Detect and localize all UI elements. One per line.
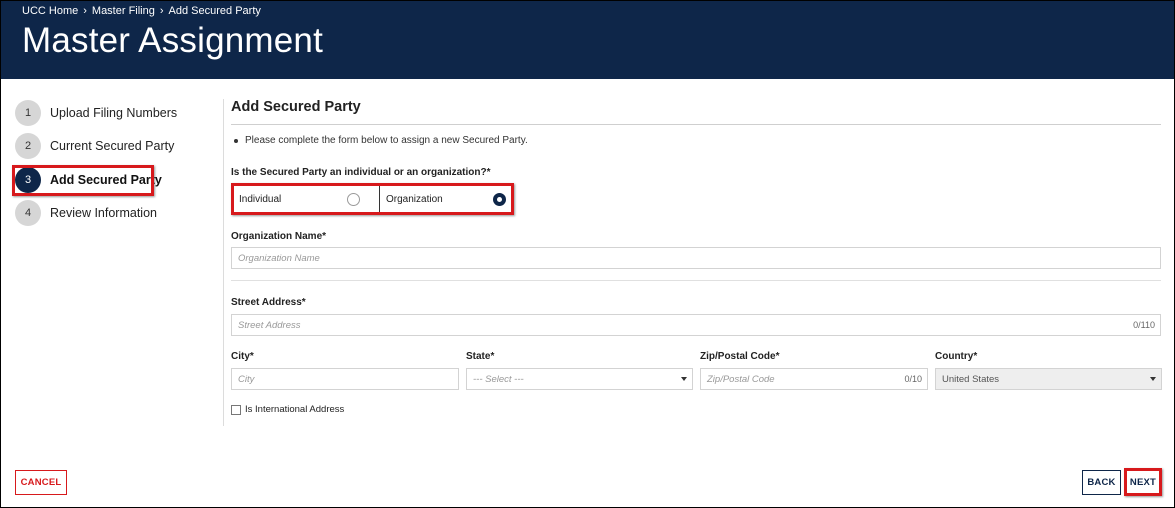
- required-mark: *: [322, 231, 327, 242]
- cancel-button[interactable]: CANCEL: [15, 470, 67, 495]
- required-mark: *: [486, 167, 491, 178]
- radio-organization[interactable]: Organization: [379, 186, 511, 212]
- breadcrumb-master-filing[interactable]: Master Filing: [92, 5, 155, 17]
- breadcrumb: UCC Home › Master Filing › Add Secured P…: [22, 5, 261, 17]
- street-address-label-text: Street Address: [231, 297, 302, 308]
- state-label-text: State: [466, 351, 491, 362]
- section-divider: [231, 280, 1161, 281]
- back-button[interactable]: BACK: [1082, 470, 1121, 495]
- street-address-input[interactable]: Street Address 0/110: [231, 314, 1161, 336]
- zip-input[interactable]: Zip/Postal Code 0/10: [700, 368, 928, 390]
- chevron-right-icon: ›: [83, 5, 87, 17]
- street-address-label: Street Address*: [231, 297, 306, 308]
- required-mark: *: [249, 351, 254, 362]
- party-type-radio-group: Individual Organization: [231, 183, 514, 215]
- step-upload-filing-numbers[interactable]: 1 Upload Filing Numbers: [15, 99, 177, 127]
- international-address-row[interactable]: Is International Address: [231, 404, 344, 415]
- radio-individual-label: Individual: [239, 193, 282, 205]
- party-type-label: Is the Secured Party an individual or an…: [231, 167, 491, 178]
- country-select[interactable]: United States: [935, 368, 1162, 390]
- step-current-secured-party[interactable]: 2 Current Secured Party: [15, 132, 174, 160]
- form-instructions: Please complete the form below to assign…: [231, 135, 528, 146]
- radio-selected-icon[interactable]: [493, 193, 506, 206]
- breadcrumb-ucc-home[interactable]: UCC Home: [22, 5, 78, 17]
- radio-individual[interactable]: Individual: [234, 186, 376, 212]
- org-name-placeholder: Organization Name: [238, 252, 320, 264]
- street-address-counter: 0/110: [1133, 320, 1155, 330]
- org-name-label: Organization Name*: [231, 231, 326, 242]
- state-selected-value: --- Select ---: [473, 373, 524, 385]
- form-title-divider: [231, 124, 1161, 125]
- international-address-checkbox[interactable]: [231, 404, 241, 415]
- instructions-text: Please complete the form below to assign…: [245, 135, 528, 146]
- active-step-highlight: [12, 165, 154, 196]
- city-label-text: City: [231, 351, 250, 362]
- state-label: State*: [466, 351, 494, 362]
- chevron-right-icon: ›: [159, 5, 164, 17]
- city-label: City*: [231, 351, 254, 362]
- country-selected-value: United States: [942, 373, 1000, 385]
- required-mark: *: [301, 297, 306, 308]
- city-placeholder: City: [238, 373, 255, 385]
- step-label: Current Secured Party: [50, 139, 175, 153]
- radio-organization-label: Organization: [386, 193, 443, 205]
- page-title: Master Assignment: [22, 21, 324, 60]
- org-name-input[interactable]: Organization Name: [231, 247, 1161, 269]
- step-label: Upload Filing Numbers: [50, 106, 178, 120]
- step-label: Review Information: [50, 206, 157, 220]
- breadcrumb-add-secured-party: Add Secured Party: [168, 5, 261, 17]
- party-type-question: Is the Secured Party an individual or an…: [231, 167, 487, 178]
- city-input[interactable]: City: [231, 368, 459, 390]
- zip-placeholder: Zip/Postal Code: [707, 373, 775, 385]
- zip-label: Zip/Postal Code*: [700, 351, 779, 362]
- chevron-down-icon: [1150, 377, 1156, 381]
- street-address-placeholder: Street Address: [238, 319, 301, 331]
- country-label-text: Country: [935, 351, 974, 362]
- step-number: 1: [15, 100, 41, 126]
- org-name-label-text: Organization Name: [231, 231, 323, 242]
- step-number: 4: [15, 200, 41, 226]
- form-title: Add Secured Party: [231, 99, 361, 115]
- zip-label-text: Zip/Postal Code: [700, 351, 776, 362]
- step-review-information[interactable]: 4 Review Information: [15, 199, 157, 227]
- zip-counter: 0/10: [904, 374, 922, 384]
- required-mark: *: [490, 351, 495, 362]
- step-number: 2: [15, 133, 41, 159]
- state-select[interactable]: --- Select ---: [466, 368, 693, 390]
- page-header: UCC Home › Master Filing › Add Secured P…: [1, 1, 1174, 79]
- next-button[interactable]: NEXT: [1124, 468, 1162, 496]
- country-label: Country*: [935, 351, 977, 362]
- international-address-label: Is International Address: [245, 404, 345, 415]
- required-mark: *: [775, 351, 780, 362]
- sidebar-divider: [223, 99, 224, 426]
- chevron-down-icon: [681, 377, 687, 381]
- bullet-icon: [234, 138, 238, 143]
- radio-unselected-icon[interactable]: [347, 193, 360, 206]
- required-mark: *: [973, 351, 978, 362]
